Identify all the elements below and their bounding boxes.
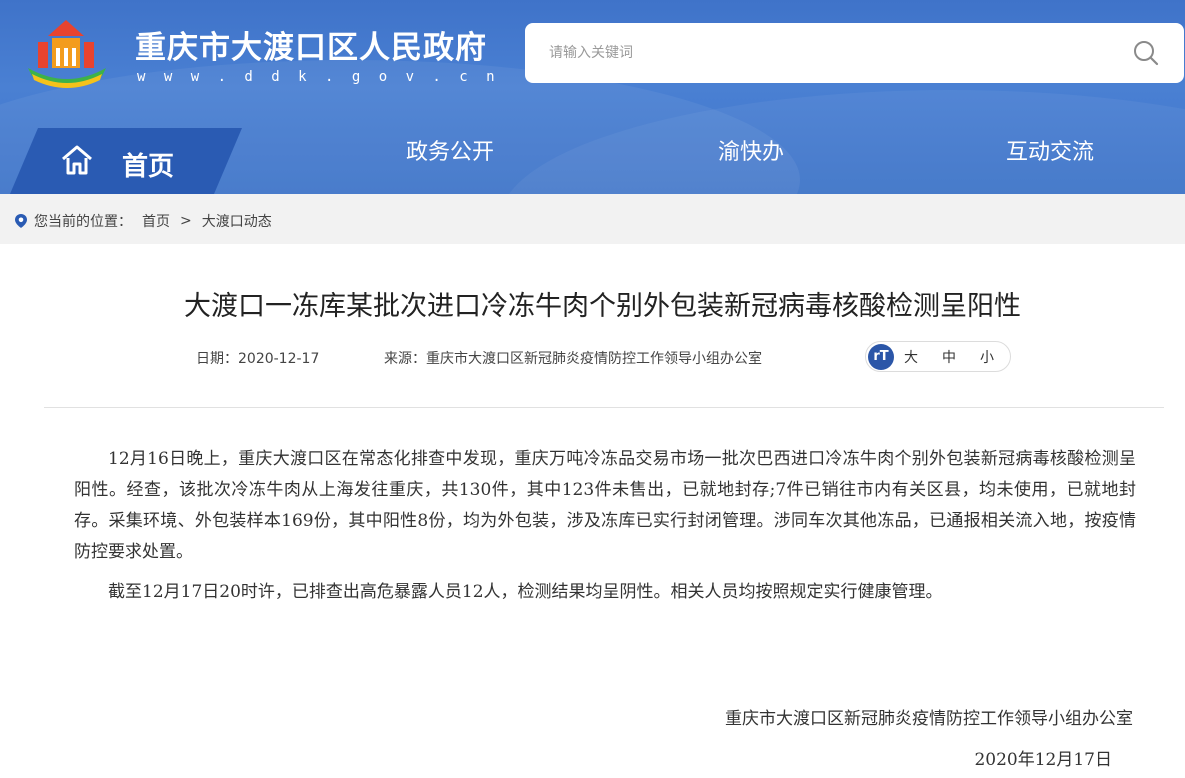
location-pin-icon <box>15 214 27 228</box>
nav-home-tab[interactable]: 首页 <box>10 128 242 194</box>
font-size-switcher: rT 大 中 小 <box>865 341 1011 372</box>
article-signature: 重庆市大渡口区新冠肺炎疫情防控工作领导小组办公室 <box>725 709 1133 729</box>
font-size-medium-button[interactable]: 中 <box>942 347 956 367</box>
breadcrumb-separator: > <box>180 213 192 229</box>
nav-home-label: 首页 <box>122 152 175 182</box>
site-url: w w w . d d k . g o v . c n <box>137 69 500 85</box>
article-date: 日期：2020-12-17 <box>196 351 320 367</box>
nav-item-yukuaiban[interactable]: 渝快办 <box>718 134 784 166</box>
article-signature-date: 2020年12月17日 <box>974 750 1112 770</box>
search-input[interactable] <box>549 38 1109 68</box>
breadcrumb-current[interactable]: 大渡口动态 <box>202 211 272 231</box>
search-icon[interactable] <box>1133 40 1159 66</box>
article-body: 12月16日晚上，重庆大渡口区在常态化排查中发现，重庆万吨冷冻品交易市场一批次巴… <box>74 444 1136 617</box>
search-box[interactable] <box>525 23 1184 83</box>
site-header: 重庆市大渡口区人民政府 w w w . d d k . g o v . c n … <box>0 0 1185 194</box>
site-title: 重庆市大渡口区人民政府 <box>135 30 487 66</box>
article-title: 大渡口一冻库某批次进口冷冻牛肉个别外包装新冠病毒核酸检测呈阳性 <box>184 291 1021 322</box>
article-paragraph: 12月16日晚上，重庆大渡口区在常态化排查中发现，重庆万吨冷冻品交易市场一批次巴… <box>74 449 1136 562</box>
font-size-icon: rT <box>868 343 894 370</box>
nav-item-gov-affairs[interactable]: 政务公开 <box>406 134 494 166</box>
article-paragraph: 截至12月17日20时许，已排查出高危暴露人员12人，检测结果均呈阴性。相关人员… <box>108 582 943 602</box>
nav-item-interaction[interactable]: 互动交流 <box>1006 134 1094 166</box>
breadcrumb-prefix: 您当前的位置： <box>34 214 132 230</box>
font-size-small-button[interactable]: 小 <box>980 347 994 367</box>
divider <box>44 407 1164 408</box>
breadcrumb-home-link[interactable]: 首页 <box>142 211 170 231</box>
breadcrumb: 您当前的位置： 首页 > 大渡口动态 <box>14 211 282 231</box>
home-icon <box>62 145 92 175</box>
font-size-large-button[interactable]: 大 <box>904 347 918 367</box>
government-emblem-logo[interactable] <box>22 16 112 88</box>
article-source: 来源：重庆市大渡口区新冠肺炎疫情防控工作领导小组办公室 <box>384 351 762 367</box>
